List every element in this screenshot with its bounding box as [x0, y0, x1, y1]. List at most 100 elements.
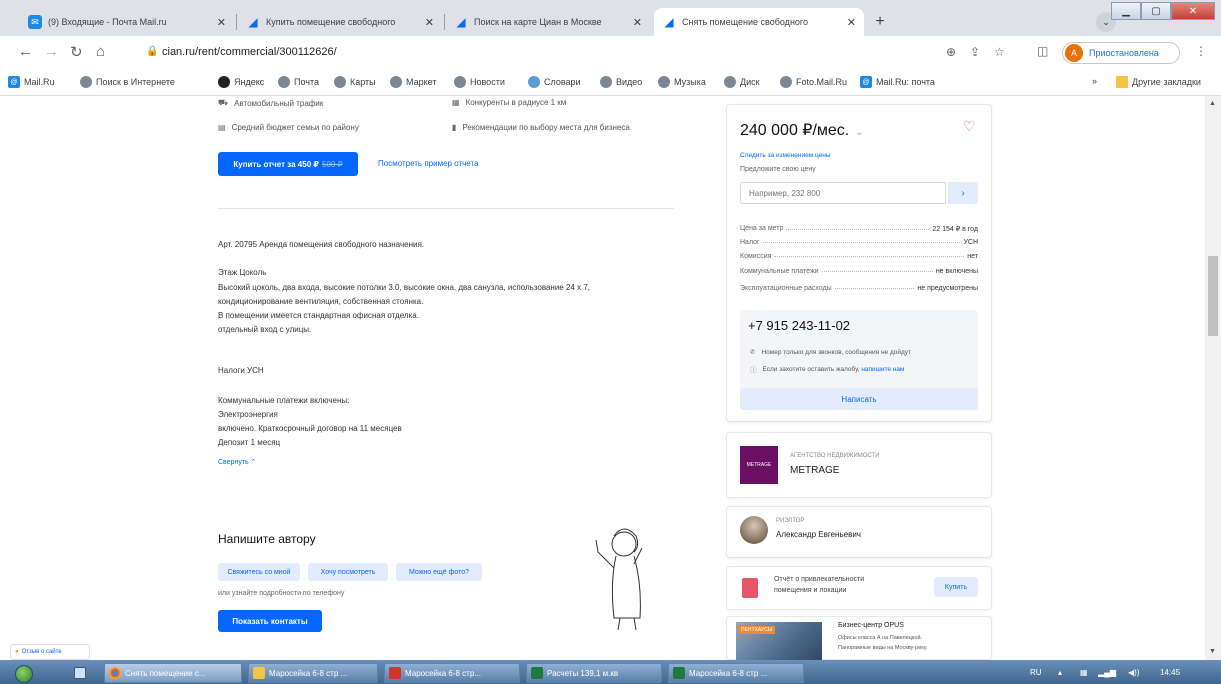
close-icon[interactable]: ✕ [633, 16, 642, 29]
tab-rent[interactable]: ◢ Снять помещение свободного ✕ [654, 8, 864, 36]
taskbar-item-excel2[interactable]: Маросейка 6-8 стр ... [668, 663, 804, 683]
write-us-link[interactable]: напишите нам [861, 366, 904, 373]
globe-icon [80, 76, 92, 88]
agency-name[interactable]: METRAGE [790, 465, 839, 476]
offer-label: Предложите свою цену [740, 166, 816, 173]
bookmark-yandex[interactable]: Яндекс [218, 76, 264, 88]
favorite-heart-icon[interactable]: ♡ [963, 118, 976, 135]
bookmark-market[interactable]: Маркет [390, 76, 436, 88]
bookmark-music[interactable]: Музыка [658, 76, 706, 88]
write-button[interactable]: Написать [740, 388, 978, 410]
tray-arrow-icon[interactable]: ▴ [1058, 668, 1062, 677]
bookmark-label: Карты [350, 77, 376, 87]
tab-map[interactable]: ◢ Поиск на карте Циан в Москве ✕ [446, 8, 650, 36]
bookmark-news[interactable]: Новости [454, 76, 505, 88]
network-icon[interactable]: ▦ [1080, 668, 1088, 677]
bookmark-dict[interactable]: Словари [528, 76, 581, 88]
taskbar-item-folder[interactable]: Маросейка 6-8 стр ... [248, 663, 378, 683]
bookmark-disk[interactable]: Диск [724, 76, 760, 88]
taskbar-item-excel1[interactable]: Расчеты 139,1 м.кв [526, 663, 662, 683]
bookmark-label: Поиск в Интернете [96, 77, 175, 87]
realtor-name[interactable]: Александр Евгеньевич [776, 530, 861, 539]
bookmark-other[interactable]: Другие закладки [1116, 76, 1201, 88]
zoom-icon[interactable]: ⊕ [946, 45, 956, 59]
bookmark-mail[interactable]: Почта [278, 76, 319, 88]
start-button[interactable] [4, 664, 44, 684]
site-review-button[interactable]: ● Отзыв о сайте [10, 644, 90, 660]
language-indicator[interactable]: RU [1030, 668, 1042, 677]
phone-number[interactable]: +7 915 243-11-02 [748, 318, 850, 333]
feature-label: Средний бюджет семьи по району [231, 123, 359, 132]
tab-strip: ✉ (9) Входящие - Почта Mail.ru ✕ ◢ Купит… [0, 0, 1221, 36]
chip-contact-me[interactable]: Свяжитесь со мной [218, 563, 300, 581]
close-icon[interactable]: ✕ [425, 16, 434, 29]
attract-buy-button[interactable]: Купить [934, 577, 978, 597]
bookmark-mail-post[interactable]: @ Mail.Ru: почта [860, 76, 935, 88]
sidepanel-icon[interactable]: ◫ [1037, 44, 1048, 58]
profile-button[interactable]: A Приостановлена [1062, 42, 1180, 64]
excel-icon [531, 667, 543, 679]
buy-report-button[interactable]: Купить отчет за 450 ₽500 ₽ [218, 152, 358, 176]
new-tab-button[interactable]: + [868, 10, 892, 34]
globe-icon [334, 76, 346, 88]
page-scrollbar[interactable]: ▲ ▼ [1205, 96, 1221, 660]
show-desktop-icon[interactable] [74, 667, 86, 679]
menu-icon[interactable]: ⋮ [1195, 44, 1207, 58]
track-price-link[interactable]: Следить за изменением цены [740, 152, 831, 159]
bookmark-video[interactable]: Видео [600, 76, 642, 88]
description-line: Высокий цоколь, два входа, высокие потол… [218, 283, 590, 292]
window-controls: ▁ ▢ ✕ [1111, 2, 1215, 20]
chevron-down-icon[interactable]: ⌄ [855, 127, 863, 138]
scroll-down-icon[interactable]: ▼ [1209, 648, 1216, 655]
reload-icon[interactable]: ↻ [70, 43, 83, 61]
car-icon: ⛟ [218, 98, 229, 107]
collapse-link[interactable]: Свернуть ⌃ [218, 458, 257, 466]
info-icon: ⓘ [750, 367, 757, 374]
chrome-icon [109, 667, 121, 679]
back-icon[interactable]: ← [18, 43, 33, 60]
maximize-button[interactable]: ▢ [1141, 2, 1171, 20]
taskbar-item-chrome[interactable]: Снять помещение с... [104, 663, 242, 683]
divider [218, 208, 674, 209]
bookmark-label: Mail.Ru: почта [876, 77, 935, 87]
show-contacts-button[interactable]: Показать контакты [218, 610, 322, 632]
price-detail-row: Цена за метр 22 154 ₽ в год [740, 225, 978, 233]
home-icon[interactable]: ⌂ [96, 43, 105, 60]
bookmark-maps[interactable]: Карты [334, 76, 376, 88]
example-report-link[interactable]: Посмотреть пример отчета [378, 159, 479, 168]
chip-want-to-see[interactable]: Хочу посмотреть [308, 563, 388, 581]
price-detail-row: Налог УСН [740, 239, 978, 246]
signal-icon[interactable]: ▂▄▆ [1098, 668, 1116, 677]
globe-icon [278, 76, 290, 88]
scroll-up-icon[interactable]: ▲ [1209, 100, 1216, 107]
window-close-button[interactable]: ✕ [1171, 2, 1215, 20]
offer-submit-button[interactable]: › [948, 182, 978, 204]
star-icon[interactable]: ☆ [994, 45, 1005, 59]
taskbar-label: Снять помещение с... [125, 668, 206, 678]
more-bookmarks-icon[interactable]: » [1092, 76, 1097, 86]
collapse-label: Свернуть [218, 459, 249, 466]
chip-more-photos[interactable]: Можно ещё фото? [396, 563, 482, 581]
tab-mail[interactable]: ✉ (9) Входящие - Почта Mail.ru ✕ [20, 8, 234, 36]
bookmark-label: Foto.Mail.Ru [796, 77, 848, 87]
share-icon[interactable]: ⇪ [970, 45, 980, 59]
attract-line1: Отчёт о привлекательности [774, 576, 865, 583]
tab-buy[interactable]: ◢ Купить помещение свободного ✕ [238, 8, 442, 36]
bookmark-mailru[interactable]: @ Mail.Ru [8, 76, 55, 88]
review-label: Отзыв о сайте [21, 649, 62, 655]
close-icon[interactable]: ✕ [847, 16, 856, 29]
bookmark-search[interactable]: Поиск в Интернете [80, 76, 175, 88]
buy-report-label: Купить отчет за 450 ₽ [233, 159, 319, 169]
taskbar-item-pdf[interactable]: Маросейка 6-8 стр... [384, 663, 520, 683]
volume-icon[interactable]: ◀)) [1128, 668, 1139, 677]
clock[interactable]: 14:45 [1160, 668, 1180, 677]
offer-price-input[interactable] [740, 182, 946, 204]
minimize-button[interactable]: ▁ [1111, 2, 1141, 20]
author-note: или узнайте подробности по телефону [218, 590, 345, 597]
forward-icon[interactable]: → [44, 43, 59, 60]
scroll-thumb[interactable] [1208, 256, 1218, 336]
address-bar[interactable]: 🔒 cian.ru/rent/commercial/300112626/ ⊕ ⇪… [124, 41, 1005, 65]
bookmark-foto[interactable]: Foto.Mail.Ru [780, 76, 847, 88]
feature-recommendations: ▮ Рекомендации по выбору места для бизнес… [452, 123, 630, 132]
close-icon[interactable]: ✕ [217, 16, 226, 29]
